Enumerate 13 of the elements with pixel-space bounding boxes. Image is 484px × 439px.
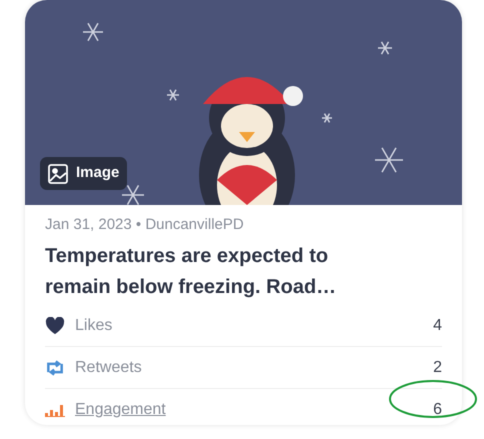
- badge-label: Image: [76, 163, 120, 184]
- post-title: Temperatures are expected to remain below freezing. Road…: [45, 244, 338, 300]
- stat-label: Likes: [75, 316, 112, 336]
- heart-icon: [45, 316, 65, 334]
- bar-chart-icon: [45, 403, 65, 417]
- retweet-icon: [45, 360, 65, 376]
- stat-value: 2: [433, 358, 442, 378]
- image-icon: [48, 164, 68, 184]
- engagement-link[interactable]: Engagement: [75, 398, 166, 422]
- stat-value: 6: [433, 400, 442, 420]
- stat-label: Retweets: [75, 358, 142, 378]
- stat-value: 4: [433, 316, 442, 336]
- post-meta: Jan 31, 2023 • DuncanvillePD: [45, 215, 245, 235]
